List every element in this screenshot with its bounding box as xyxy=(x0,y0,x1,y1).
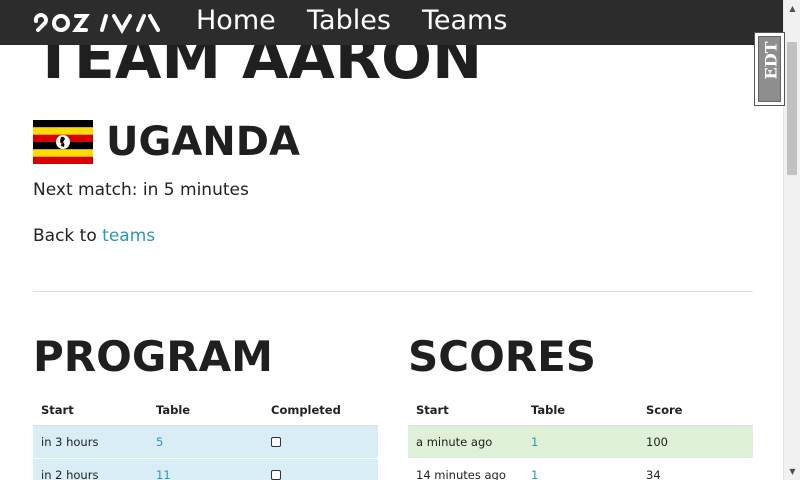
nav-tables-link[interactable]: Tables xyxy=(307,5,391,36)
scroll-up-arrow-icon[interactable]: ▲ xyxy=(784,0,800,17)
score-start: a minute ago xyxy=(408,425,523,459)
nav-teams-link[interactable]: Teams xyxy=(422,5,507,36)
back-prefix: Back to xyxy=(33,226,103,246)
program-title: PROGRAM xyxy=(33,332,273,381)
program-header-row: Start Table Completed xyxy=(33,396,378,426)
program-table-link[interactable]: 11 xyxy=(156,468,171,480)
edit-badge-inner: EDT xyxy=(758,36,781,102)
program-header-table: Table xyxy=(148,396,263,426)
scores-table: Start Table Score a minute ago 1 100 14 … xyxy=(408,396,753,480)
program-table: Start Table Completed in 3 hours 5 in 2 … xyxy=(33,396,378,480)
table-row: in 3 hours 5 xyxy=(33,425,378,459)
completed-checkbox[interactable] xyxy=(271,437,281,447)
score-value: 34 xyxy=(638,458,753,480)
edit-badge-button[interactable]: EDT xyxy=(754,32,785,106)
program-table-link[interactable]: 5 xyxy=(156,435,163,449)
nav-home-link[interactable]: Home xyxy=(196,5,276,36)
table-row: 14 minutes ago 1 34 xyxy=(408,458,753,480)
score-value: 100 xyxy=(638,425,753,459)
program-header-start: Start xyxy=(33,396,148,426)
teams-link[interactable]: teams xyxy=(102,226,155,246)
country-name: UGANDA xyxy=(106,119,300,165)
scroll-down-arrow-icon[interactable]: ▼ xyxy=(784,463,800,480)
scores-header-score: Score xyxy=(638,396,753,426)
scrollbar-thumb[interactable] xyxy=(787,42,797,175)
program-start: in 2 hours xyxy=(33,458,148,480)
scores-header-row: Start Table Score xyxy=(408,396,753,426)
completed-checkbox[interactable] xyxy=(271,470,281,480)
scores-header-start: Start xyxy=(408,396,523,426)
top-navbar: Home Tables Teams xyxy=(0,0,783,45)
program-start: in 3 hours xyxy=(33,425,148,459)
program-header-completed: Completed xyxy=(263,396,378,426)
table-row: a minute ago 1 100 xyxy=(408,425,753,459)
table-row: in 2 hours 11 xyxy=(33,458,378,480)
vertical-scrollbar[interactable]: ▲ ▼ xyxy=(783,0,800,480)
score-start: 14 minutes ago xyxy=(408,458,523,480)
scores-title: SCORES xyxy=(408,332,597,381)
site-logo[interactable] xyxy=(32,12,166,34)
uganda-flag-icon xyxy=(33,120,93,164)
edit-badge-label: EDT xyxy=(761,41,781,80)
next-match-text: Next match: in 5 minutes xyxy=(33,180,249,200)
scores-header-table: Table xyxy=(523,396,638,426)
section-divider xyxy=(33,291,753,292)
score-table-link[interactable]: 1 xyxy=(531,435,538,449)
score-table-link[interactable]: 1 xyxy=(531,468,538,480)
back-to-teams: Back to teams xyxy=(33,226,155,246)
